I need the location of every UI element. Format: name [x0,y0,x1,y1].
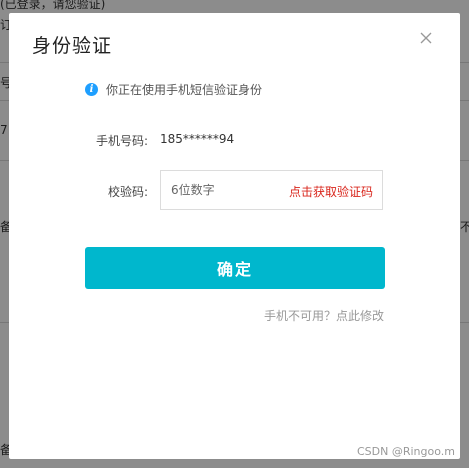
watermark: CSDN @Ringoo.m [357,445,455,458]
code-field-box: 点击获取验证码 [160,170,383,210]
info-icon: i [85,83,98,96]
close-icon [420,32,432,44]
close-button[interactable] [417,29,435,47]
get-code-link[interactable]: 点击获取验证码 [289,183,373,200]
phone-number: 185******94 [160,132,235,146]
phone-unavailable-link[interactable]: 手机不可用？点此修改 [264,307,384,324]
identity-verification-dialog: 身份验证 i 你正在使用手机短信验证身份 手机号码: 185******94 校… [9,13,460,459]
dialog-title: 身份验证 [32,35,113,57]
code-label: 校验码: [107,185,148,199]
phone-label: 手机号码: [95,134,148,148]
notice-text: 你正在使用手机短信验证身份 [106,83,263,97]
confirm-button[interactable]: 确定 [85,247,385,289]
code-input[interactable] [161,171,291,209]
verification-notice: i 你正在使用手机短信验证身份 [85,81,262,98]
